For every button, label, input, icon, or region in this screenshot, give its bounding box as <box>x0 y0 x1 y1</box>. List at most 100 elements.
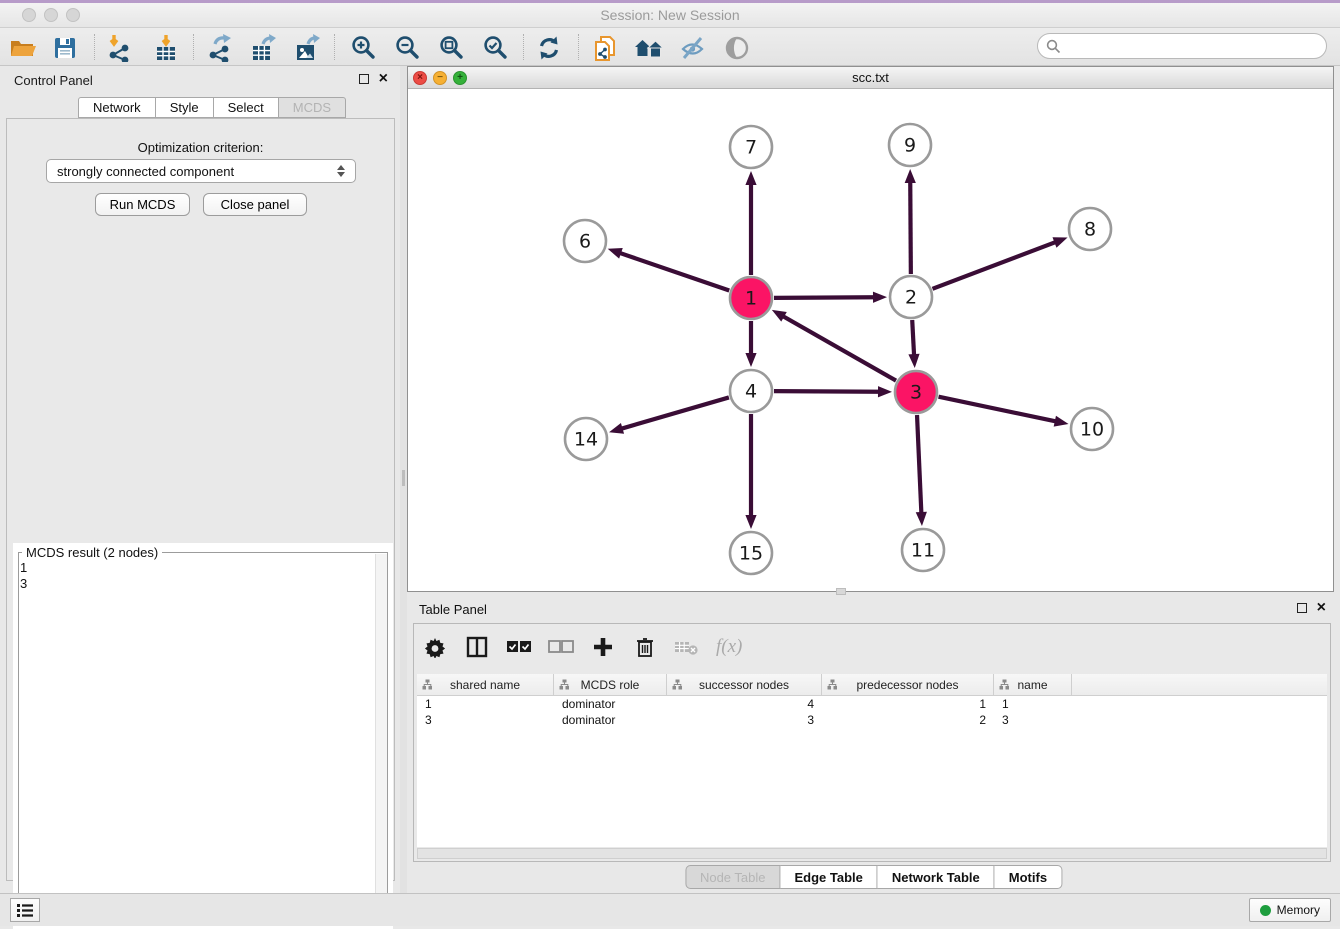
graph-edge-2-3[interactable] <box>912 320 914 356</box>
graph-edge-arrowhead <box>745 515 756 529</box>
graph-edge-arrowhead <box>878 386 892 397</box>
delete-table-icon[interactable] <box>674 634 700 660</box>
graph-edge-3-1[interactable] <box>782 316 896 381</box>
table-horizontal-scrollbar[interactable] <box>417 848 1327 859</box>
search-input[interactable] <box>1066 39 1326 54</box>
close-panel-icon[interactable]: × <box>379 74 388 84</box>
table-cell[interactable]: dominator <box>554 712 667 728</box>
graph-edge-1-2[interactable] <box>774 297 875 298</box>
graph-node-label: 8 <box>1084 219 1096 241</box>
close-window-icon[interactable] <box>22 8 36 22</box>
float-panel-icon[interactable] <box>359 74 369 84</box>
memory-button[interactable]: Memory <box>1249 898 1331 922</box>
table-toolbar: f(x) <box>422 630 742 664</box>
table-row[interactable]: 1dominator411 <box>417 696 1327 712</box>
graph-edge-3-10[interactable] <box>939 397 1057 422</box>
graph-edge-arrowhead <box>745 353 756 367</box>
home-layout-icon[interactable] <box>634 33 664 63</box>
mcds-result-text[interactable]: 1 3 <box>20 560 27 592</box>
close-panel-button[interactable]: Close panel <box>203 193 307 216</box>
network-canvas[interactable]: 7968124314101511 <box>408 89 1333 591</box>
vertical-splitter[interactable] <box>400 66 407 893</box>
open-session-icon[interactable] <box>8 33 38 63</box>
table-cell[interactable]: 1 <box>822 696 994 712</box>
zoom-out-icon[interactable] <box>392 33 422 63</box>
zoom-selected-icon[interactable] <box>480 33 510 63</box>
tab-mcds[interactable]: MCDS <box>279 97 346 118</box>
close-network-icon[interactable]: × <box>413 71 427 85</box>
tab-select[interactable]: Select <box>214 97 279 118</box>
table-row[interactable]: 3dominator323 <box>417 712 1327 728</box>
graph-edge-4-3[interactable] <box>774 391 880 392</box>
graph-edge-arrowhead <box>772 310 787 322</box>
network-view-window: × − + scc.txt 7968124314101511 <box>407 66 1334 592</box>
graph-edge-2-8[interactable] <box>933 242 1057 289</box>
select-stepper-icon <box>337 165 345 177</box>
function-builder-icon[interactable]: f(x) <box>716 636 742 658</box>
table-cell[interactable]: 2 <box>822 712 994 728</box>
table-cell[interactable]: 1 <box>417 696 554 712</box>
minimize-window-icon[interactable] <box>44 8 58 22</box>
graph-edge-4-14[interactable] <box>621 397 729 429</box>
search-box[interactable] <box>1037 33 1327 59</box>
optimization-criterion-select[interactable]: strongly connected component <box>46 159 356 183</box>
minimize-network-icon[interactable]: − <box>433 71 447 85</box>
column-header-shared-name[interactable]: shared name <box>417 674 554 695</box>
tab-node-table[interactable]: Node Table <box>685 865 781 889</box>
deselect-all-rows-icon[interactable] <box>548 634 574 660</box>
table-cell[interactable]: 3 <box>667 712 822 728</box>
select-all-rows-icon[interactable] <box>506 634 532 660</box>
tab-edge-table[interactable]: Edge Table <box>780 865 877 889</box>
tab-network-table[interactable]: Network Table <box>878 865 995 889</box>
table-cell[interactable]: 4 <box>667 696 822 712</box>
add-column-icon[interactable] <box>590 634 616 660</box>
export-network-icon[interactable] <box>204 33 234 63</box>
network-window-titlebar[interactable]: × − + scc.txt <box>408 67 1333 89</box>
graph-edge-1-6[interactable] <box>619 253 729 291</box>
table-panel: Table Panel × <box>407 595 1340 890</box>
horizontal-splitter-handle[interactable] <box>836 588 846 595</box>
mcds-result-scrollbar[interactable] <box>375 554 387 922</box>
table-cell[interactable]: 1 <box>994 696 1072 712</box>
float-table-panel-icon[interactable] <box>1297 603 1307 613</box>
graph-node-label: 9 <box>904 135 916 157</box>
copy-network-icon[interactable] <box>590 33 620 63</box>
hide-details-icon[interactable] <box>678 33 708 63</box>
export-table-icon[interactable] <box>248 33 278 63</box>
delete-column-icon[interactable] <box>632 634 658 660</box>
table-header-row: shared nameMCDS rolesuccessor nodesprede… <box>417 674 1327 696</box>
import-network-icon[interactable] <box>104 33 134 63</box>
show-graphics-icon[interactable] <box>722 33 752 63</box>
graph-node-label: 2 <box>905 287 917 309</box>
zoom-window-icon[interactable] <box>66 8 80 22</box>
table-tabs: Node Table Edge Table Network Table Moti… <box>685 865 1062 889</box>
import-table-icon[interactable] <box>151 33 181 63</box>
export-image-icon[interactable] <box>292 33 322 63</box>
column-header-MCDS-role[interactable]: MCDS role <box>554 674 667 695</box>
tab-style[interactable]: Style <box>156 97 214 118</box>
column-chooser-icon[interactable] <box>464 634 490 660</box>
table-cell[interactable]: dominator <box>554 696 667 712</box>
tab-network[interactable]: Network <box>78 97 156 118</box>
graph-edge-3-11[interactable] <box>917 415 921 514</box>
zoom-in-icon[interactable] <box>348 33 378 63</box>
column-header-name[interactable]: name <box>994 674 1072 695</box>
save-session-icon[interactable] <box>50 33 80 63</box>
graph-node-label: 3 <box>910 382 922 404</box>
graph-edge-2-9[interactable] <box>910 181 911 274</box>
graph-node-label: 7 <box>745 137 757 159</box>
mcds-panel-body: Optimization criterion: strongly connect… <box>6 118 395 881</box>
column-header-successor-nodes[interactable]: successor nodes <box>667 674 822 695</box>
refresh-icon[interactable] <box>534 33 564 63</box>
zoom-fit-icon[interactable] <box>436 33 466 63</box>
task-history-button[interactable] <box>10 898 40 922</box>
table-cell[interactable]: 3 <box>994 712 1072 728</box>
close-table-panel-icon[interactable]: × <box>1317 603 1326 613</box>
maximize-network-icon[interactable]: + <box>453 71 467 85</box>
graph-node-label: 1 <box>745 288 757 310</box>
table-settings-gear-icon[interactable] <box>422 634 448 660</box>
run-mcds-button[interactable]: Run MCDS <box>95 193 190 216</box>
table-cell[interactable]: 3 <box>417 712 554 728</box>
column-header-predecessor-nodes[interactable]: predecessor nodes <box>822 674 994 695</box>
tab-motifs[interactable]: Motifs <box>995 865 1062 889</box>
